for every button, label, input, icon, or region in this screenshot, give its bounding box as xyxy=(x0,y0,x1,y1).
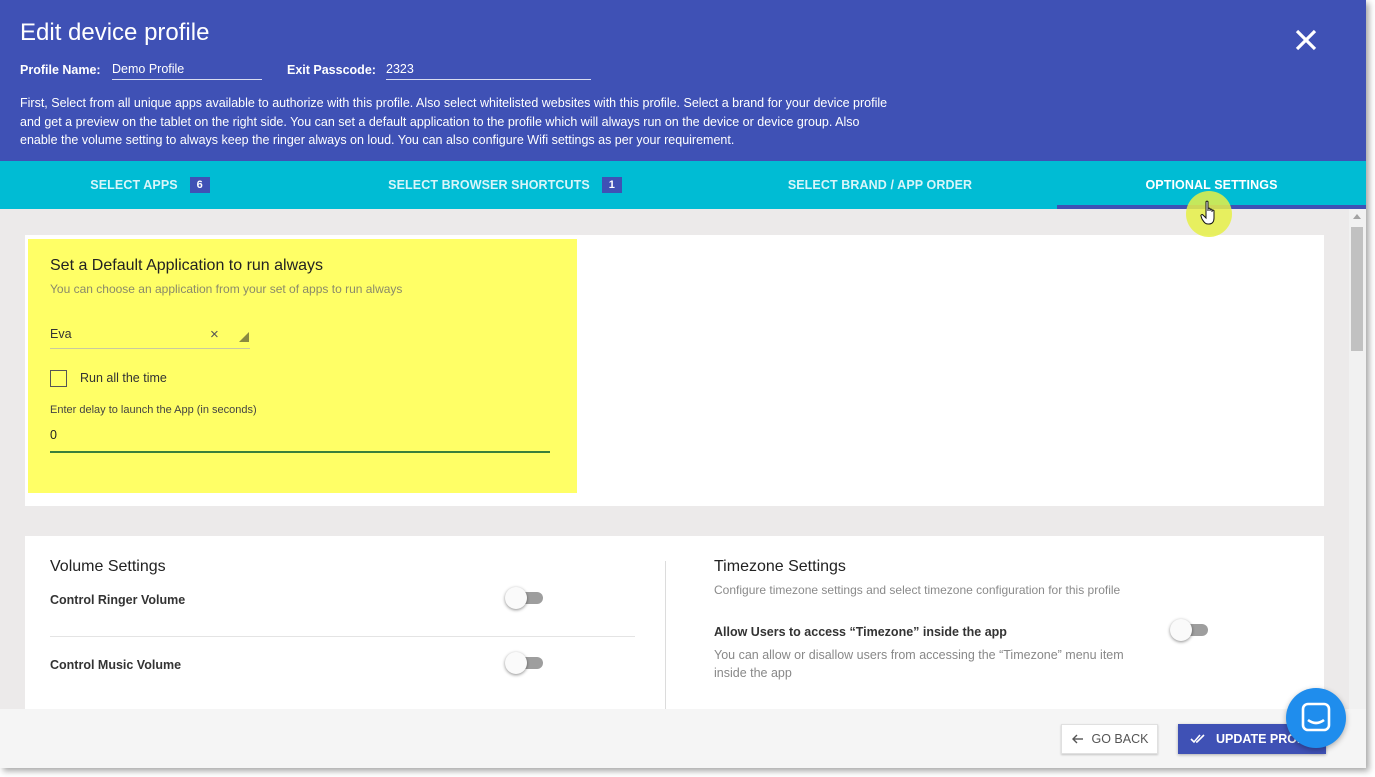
apps-count-badge: 6 xyxy=(189,177,210,193)
delay-input[interactable]: 0 xyxy=(50,425,550,453)
go-back-button[interactable]: GO BACK xyxy=(1061,724,1158,754)
ringer-volume-toggle[interactable] xyxy=(505,587,545,609)
toggle-thumb xyxy=(505,652,527,674)
profile-name-input[interactable]: Demo Profile xyxy=(112,60,262,80)
selected-app-value: Eva xyxy=(50,327,72,341)
close-button[interactable] xyxy=(1290,24,1322,56)
default-app-highlight xyxy=(28,239,577,493)
chat-launcher-button[interactable] xyxy=(1286,688,1346,748)
ringer-volume-label: Control Ringer Volume xyxy=(50,593,186,607)
toggle-thumb xyxy=(505,587,527,609)
arrow-left-icon xyxy=(1071,734,1083,744)
music-volume-label: Control Music Volume xyxy=(50,658,182,672)
delay-label: Enter delay to launch the App (in second… xyxy=(50,404,257,416)
timezone-access-description: You can allow or disallow users from acc… xyxy=(714,648,1124,680)
toggle-thumb xyxy=(1170,619,1192,641)
timezone-access-label: Allow Users to access “Timezone” inside … xyxy=(714,625,1007,639)
chat-icon xyxy=(1301,702,1331,732)
default-app-select[interactable]: Eva × xyxy=(50,321,250,349)
scroll-up-arrow-icon[interactable] xyxy=(1353,214,1361,219)
tab-label: SELECT BROWSER SHORTCUTS xyxy=(388,178,590,192)
timezone-access-toggle[interactable] xyxy=(1170,619,1210,641)
default-app-title: Set a Default Application to run always xyxy=(50,257,324,274)
dialog-title: Edit device profile xyxy=(20,19,210,46)
tab-bar: SELECT APPS 6 SELECT BROWSER SHORTCUTS 1… xyxy=(0,161,1366,209)
tab-label: SELECT APPS xyxy=(90,178,178,192)
exit-passcode-label: Exit Passcode: xyxy=(287,63,376,77)
intro-text: First, Select from all unique apps avail… xyxy=(20,96,888,147)
timezone-settings-title: Timezone Settings xyxy=(714,558,846,575)
dialog-footer: GO BACK UPDATE PROFILE xyxy=(0,709,1366,768)
close-icon[interactable] xyxy=(1290,24,1322,56)
dropdown-arrow-icon[interactable] xyxy=(238,331,250,343)
volume-timezone-card xyxy=(25,536,1324,709)
double-check-icon xyxy=(1190,734,1205,744)
music-volume-toggle[interactable] xyxy=(505,652,545,674)
hand-pointer-icon xyxy=(1200,200,1215,225)
settings-content: Set a Default Application to run always … xyxy=(0,209,1349,709)
run-all-time-checkbox[interactable] xyxy=(50,370,67,387)
tab-label: OPTIONAL SETTINGS xyxy=(1145,178,1278,192)
default-app-subtitle: You can choose an application from your … xyxy=(50,282,403,296)
dialog-header: Edit device profile Profile Name: Demo P… xyxy=(0,0,1366,161)
profile-name-label: Profile Name: xyxy=(20,63,101,77)
column-divider xyxy=(665,561,666,709)
go-back-label: GO BACK xyxy=(1091,732,1149,746)
exit-passcode-input[interactable]: 2323 xyxy=(386,60,591,80)
tab-select-brand-app-order[interactable]: SELECT BRAND / APP ORDER xyxy=(725,161,1035,209)
timezone-settings-subtitle: Configure timezone settings and select t… xyxy=(714,583,1121,597)
scroll-thumb[interactable] xyxy=(1351,227,1363,351)
content-scrollbar[interactable] xyxy=(1349,209,1366,709)
tab-label: SELECT BRAND / APP ORDER xyxy=(787,178,973,192)
volume-settings-title: Volume Settings xyxy=(50,558,166,575)
run-all-time-label: Run all the time xyxy=(80,371,167,385)
clear-selection-icon[interactable]: × xyxy=(210,326,219,343)
tab-select-apps[interactable]: SELECT APPS 6 xyxy=(0,161,300,209)
edit-device-profile-dialog: Edit device profile Profile Name: Demo P… xyxy=(0,0,1366,768)
shortcuts-count-badge: 1 xyxy=(601,177,622,193)
volume-divider xyxy=(50,636,635,637)
tab-select-browser-shortcuts[interactable]: SELECT BROWSER SHORTCUTS 1 xyxy=(330,161,680,209)
